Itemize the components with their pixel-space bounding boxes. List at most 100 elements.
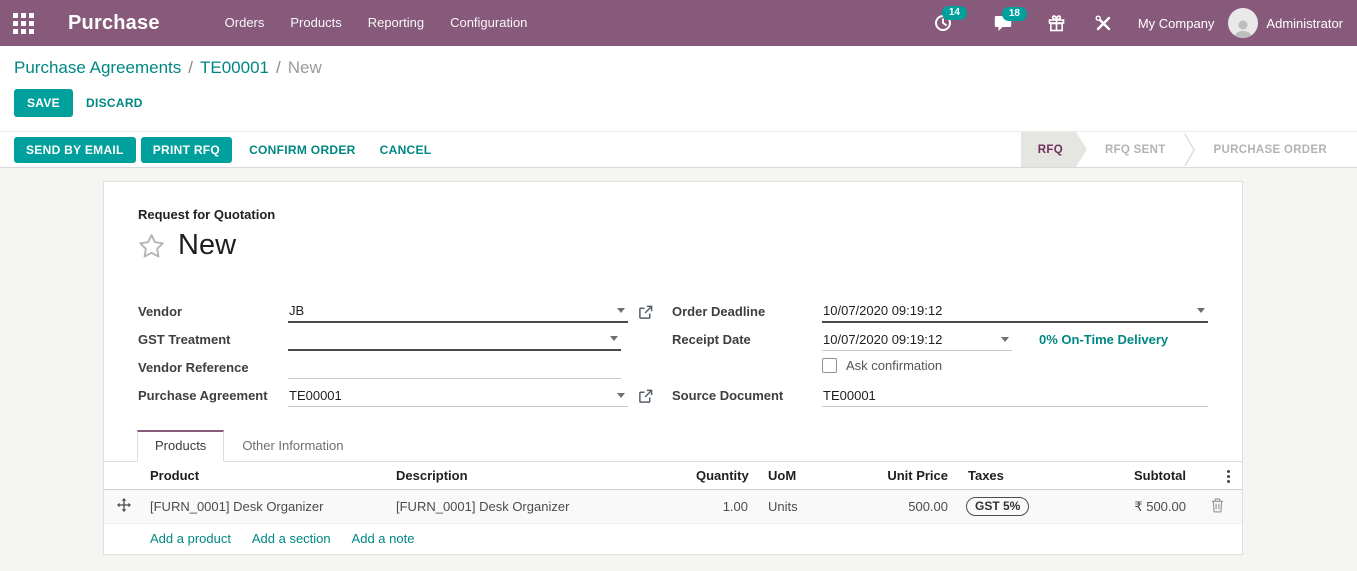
add-line-row: Add a product Add a section Add a note xyxy=(104,524,1242,555)
order-deadline-label: Order Deadline xyxy=(672,304,822,323)
gift-icon xyxy=(1048,15,1065,32)
menu-configuration[interactable]: Configuration xyxy=(437,0,540,46)
delete-line-icon[interactable] xyxy=(1211,498,1224,513)
print-rfq-button[interactable]: PRINT RFQ xyxy=(141,137,232,163)
order-deadline-caret-icon[interactable] xyxy=(1197,308,1205,313)
form-view: Request for Quotation New Vendor JB xyxy=(0,168,1357,571)
gst-dropdown-caret-icon[interactable] xyxy=(610,336,618,341)
breadcrumb: Purchase Agreements / TE00001 / New xyxy=(14,58,1343,78)
activity-count-badge: 14 xyxy=(942,6,967,20)
discard-button[interactable]: DISCARD xyxy=(73,89,156,117)
cell-product[interactable]: [FURN_0001] Desk Organizer xyxy=(144,490,390,524)
description-column-header[interactable]: Description xyxy=(390,462,690,490)
add-note-link[interactable]: Add a note xyxy=(352,531,415,546)
agreement-dropdown-caret-icon[interactable] xyxy=(617,393,625,398)
order-lines-table: Product Description Quantity UoM Unit Pr… xyxy=(104,462,1242,554)
menu-reporting[interactable]: Reporting xyxy=(355,0,437,46)
uom-column-header[interactable]: UoM xyxy=(754,462,866,490)
status-pipeline: RFQ RFQ SENT PURCHASE ORDER xyxy=(1021,132,1345,167)
gst-treatment-input[interactable] xyxy=(288,329,621,351)
order-deadline-value: 10/07/2020 09:19:12 xyxy=(823,303,942,318)
save-button[interactable]: SAVE xyxy=(14,89,73,117)
gst-treatment-label: GST Treatment xyxy=(138,332,288,351)
send-by-email-button[interactable]: SEND BY EMAIL xyxy=(14,137,136,163)
tab-other-information[interactable]: Other Information xyxy=(224,430,361,462)
order-deadline-input[interactable]: 10/07/2020 09:19:12 xyxy=(822,301,1208,323)
cell-taxes[interactable]: GST 5% xyxy=(954,490,1126,524)
vendor-value: JB xyxy=(289,303,304,318)
vendor-reference-label: Vendor Reference xyxy=(138,360,288,379)
notebook-tabs: Products Other Information xyxy=(104,430,1242,462)
cell-quantity[interactable]: 1.00 xyxy=(690,490,754,524)
optional-columns-button[interactable] xyxy=(1192,462,1242,490)
breadcrumb-current: New xyxy=(288,58,322,78)
unit-price-column-header[interactable]: Unit Price xyxy=(866,462,954,490)
add-section-link[interactable]: Add a section xyxy=(252,531,331,546)
status-chevron-icon xyxy=(1184,132,1196,167)
app-title[interactable]: Purchase xyxy=(68,12,160,35)
status-step-rfq-sent[interactable]: RFQ SENT xyxy=(1087,132,1184,167)
vendor-reference-input[interactable] xyxy=(288,357,621,379)
table-header-row: Product Description Quantity UoM Unit Pr… xyxy=(104,462,1242,490)
breadcrumb-separator: / xyxy=(188,58,193,78)
user-silhouette-icon xyxy=(1232,18,1254,38)
agreement-external-link-icon[interactable] xyxy=(638,389,653,407)
tax-badge[interactable]: GST 5% xyxy=(966,497,1029,516)
status-step-rfq[interactable]: RFQ xyxy=(1021,132,1087,167)
cell-unit-price[interactable]: 500.00 xyxy=(866,490,954,524)
breadcrumb-separator: / xyxy=(276,58,281,78)
ask-confirmation-spacer xyxy=(672,375,822,379)
kebab-menu-icon xyxy=(1227,470,1230,483)
tools-icon xyxy=(1095,15,1112,32)
vendor-external-link-icon[interactable] xyxy=(638,305,653,323)
cell-uom[interactable]: Units xyxy=(754,490,866,524)
form-sheet: Request for Quotation New Vendor JB xyxy=(103,181,1243,555)
apps-menu-icon[interactable] xyxy=(0,0,46,46)
cell-subtotal: ₹ 500.00 xyxy=(1126,490,1192,524)
receipt-date-input[interactable]: 10/07/2020 09:19:12 xyxy=(822,329,1012,351)
ask-confirmation-checkbox[interactable] xyxy=(822,358,837,373)
field-source-document: Source Document TE00001 xyxy=(672,379,1208,407)
confirm-order-button[interactable]: CONFIRM ORDER xyxy=(237,137,368,163)
source-document-label: Source Document xyxy=(672,388,822,407)
on-time-delivery-stat[interactable]: 0% On-Time Delivery xyxy=(1039,332,1168,351)
field-gst-treatment: GST Treatment xyxy=(138,323,653,351)
activities-button[interactable]: 14 xyxy=(926,8,960,38)
tab-products[interactable]: Products xyxy=(137,430,224,462)
menu-products[interactable]: Products xyxy=(277,0,354,46)
top-navbar: Purchase Orders Products Reporting Confi… xyxy=(0,0,1357,46)
purchase-agreement-input[interactable]: TE00001 xyxy=(288,385,628,407)
breadcrumb-te00001[interactable]: TE00001 xyxy=(200,58,269,78)
record-title: New xyxy=(178,229,236,262)
subtotal-column-header[interactable]: Subtotal xyxy=(1126,462,1192,490)
vendor-input[interactable]: JB xyxy=(288,301,628,323)
taxes-column-header[interactable]: Taxes xyxy=(954,462,1126,490)
move-icon xyxy=(117,498,131,512)
status-step-purchase-order[interactable]: PURCHASE ORDER xyxy=(1196,132,1345,167)
breadcrumb-purchase-agreements[interactable]: Purchase Agreements xyxy=(14,58,181,78)
drag-handle[interactable] xyxy=(104,490,144,524)
favorite-star-icon[interactable] xyxy=(138,233,165,259)
field-receipt-date: Receipt Date 10/07/2020 09:19:12 0% On-T… xyxy=(672,323,1208,351)
product-column-header[interactable]: Product xyxy=(144,462,390,490)
add-product-link[interactable]: Add a product xyxy=(150,531,231,546)
messages-button[interactable]: 18 xyxy=(986,9,1020,38)
source-document-input[interactable]: TE00001 xyxy=(822,385,1208,407)
cell-description[interactable]: [FURN_0001] Desk Organizer xyxy=(390,490,690,524)
quantity-column-header[interactable]: Quantity xyxy=(690,462,754,490)
vendor-dropdown-caret-icon[interactable] xyxy=(617,308,625,313)
user-menu[interactable]: Administrator xyxy=(1266,16,1343,31)
rewards-button[interactable] xyxy=(1040,9,1073,38)
systray: 14 18 xyxy=(926,8,1357,38)
order-line-row[interactable]: [FURN_0001] Desk Organizer [FURN_0001] D… xyxy=(104,490,1242,524)
support-tools-button[interactable] xyxy=(1087,9,1120,38)
edit-buttons: SAVE DISCARD xyxy=(14,89,1343,117)
field-purchase-agreement: Purchase Agreement TE00001 xyxy=(138,379,653,407)
avatar[interactable] xyxy=(1228,8,1258,38)
cell-actions xyxy=(1192,490,1242,524)
top-menu: Orders Products Reporting Configuration xyxy=(212,0,541,46)
company-switcher[interactable]: My Company xyxy=(1138,16,1215,31)
receipt-date-caret-icon[interactable] xyxy=(1001,337,1009,342)
cancel-button[interactable]: CANCEL xyxy=(368,137,444,163)
menu-orders[interactable]: Orders xyxy=(212,0,278,46)
